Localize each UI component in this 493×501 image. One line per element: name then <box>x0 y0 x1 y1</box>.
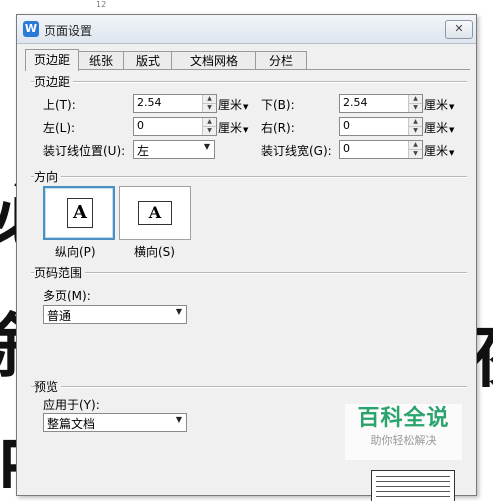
unit-dropdown-icon: ▼ <box>243 103 249 111</box>
multiple-pages-value: 普通 <box>47 309 72 323</box>
apply-to-label: 应用于(Y): <box>43 398 100 412</box>
watermark: 百科全说 助你轻松解决 <box>345 404 462 460</box>
tab-margins[interactable]: 页边距 <box>25 49 79 71</box>
gutter-width-unit[interactable]: 厘米▼ <box>424 142 454 159</box>
apply-to-select[interactable]: 整篇文档 ▼ <box>43 413 187 432</box>
orientation-group-line <box>31 176 467 178</box>
landscape-option[interactable]: A <box>119 186 191 240</box>
watermark-title: 百科全说 <box>357 406 450 431</box>
top-margin-label: 上(T): <box>43 98 76 112</box>
gutter-width-spinner[interactable]: 0 ▲ ▼ <box>339 140 423 159</box>
tab-separator <box>25 69 470 70</box>
multiple-pages-select[interactable]: 普通 ▼ <box>43 305 187 324</box>
left-margin-unit[interactable]: 厘米▼ <box>218 119 248 136</box>
chevron-down-icon: ▼ <box>175 415 182 424</box>
spin-up-icon[interactable]: ▲ <box>409 141 422 150</box>
portrait-label: 纵向(P) <box>55 245 96 259</box>
multiple-pages-label: 多页(M): <box>43 289 91 303</box>
gutter-width-value: 0 <box>343 142 350 155</box>
left-margin-spinner[interactable]: 0 ▲ ▼ <box>133 117 217 136</box>
unit-dropdown-icon: ▼ <box>449 103 455 111</box>
right-margin-unit[interactable]: 厘米▼ <box>424 119 454 136</box>
chevron-down-icon: ▼ <box>175 307 182 316</box>
top-margin-value: 2.54 <box>137 96 162 109</box>
spin-up-icon[interactable]: ▲ <box>203 95 216 104</box>
spin-down-icon[interactable]: ▼ <box>409 104 422 112</box>
spin-up-icon[interactable]: ▲ <box>409 118 422 127</box>
close-icon: ✕ <box>454 22 464 35</box>
gutter-position-label: 装订线位置(U): <box>43 144 126 158</box>
tab-columns[interactable]: 分栏 <box>255 51 307 70</box>
spin-down-icon[interactable]: ▼ <box>409 150 422 158</box>
right-margin-value: 0 <box>343 119 350 132</box>
spin-down-icon[interactable]: ▼ <box>203 127 216 135</box>
top-margin-spinner[interactable]: 2.54 ▲ ▼ <box>133 94 217 113</box>
tab-paper[interactable]: 纸张 <box>77 51 125 70</box>
wps-writer-icon: W <box>23 21 39 37</box>
pages-group-label: 页码范围 <box>34 264 86 281</box>
spin-down-icon[interactable]: ▼ <box>203 104 216 112</box>
landscape-label: 横向(S) <box>134 245 175 259</box>
spin-up-icon[interactable]: ▲ <box>409 95 422 104</box>
left-margin-value: 0 <box>137 119 144 132</box>
spin-up-icon[interactable]: ▲ <box>203 118 216 127</box>
gutter-position-value: 左 <box>137 144 150 158</box>
tab-layout[interactable]: 版式 <box>123 51 173 70</box>
margins-group-label: 页边距 <box>34 73 74 90</box>
unit-dropdown-icon: ▼ <box>243 126 249 134</box>
close-button[interactable]: ✕ <box>445 20 473 39</box>
ruler-number: 12 <box>96 0 107 9</box>
gutter-position-select[interactable]: 左 ▼ <box>133 140 215 159</box>
preview-group-label: 预览 <box>34 378 62 395</box>
preview-group-line <box>31 386 467 388</box>
watermark-subtitle: 助你轻松解决 <box>370 434 437 447</box>
left-margin-label: 左(L): <box>43 121 76 135</box>
orientation-group-label: 方向 <box>34 168 62 185</box>
pages-group-line <box>31 272 467 274</box>
title-bar[interactable]: W 页面设置 ✕ <box>17 15 476 44</box>
portrait-option[interactable]: A <box>43 186 115 240</box>
bottom-margin-unit[interactable]: 厘米▼ <box>424 96 454 113</box>
unit-dropdown-icon: ▼ <box>449 149 455 157</box>
landscape-page-icon: A <box>138 201 172 225</box>
bottom-margin-spinner[interactable]: 2.54 ▲ ▼ <box>339 94 423 113</box>
portrait-page-icon: A <box>67 198 93 228</box>
apply-to-value: 整篇文档 <box>47 417 96 431</box>
gutter-width-label: 装订线宽(G): <box>261 144 332 158</box>
page-preview <box>371 470 455 501</box>
right-margin-label: 右(R): <box>261 121 295 135</box>
bottom-margin-label: 下(B): <box>261 98 295 112</box>
bottom-margin-value: 2.54 <box>343 96 368 109</box>
unit-dropdown-icon: ▼ <box>449 126 455 134</box>
dialog-title: 页面设置 <box>44 24 93 38</box>
spin-down-icon[interactable]: ▼ <box>409 127 422 135</box>
right-margin-spinner[interactable]: 0 ▲ ▼ <box>339 117 423 136</box>
chevron-down-icon: ▼ <box>203 142 210 151</box>
top-margin-unit[interactable]: 厘米▼ <box>218 96 248 113</box>
tab-doc-grid[interactable]: 文档网格 <box>171 51 257 70</box>
margins-group-line <box>31 81 467 83</box>
